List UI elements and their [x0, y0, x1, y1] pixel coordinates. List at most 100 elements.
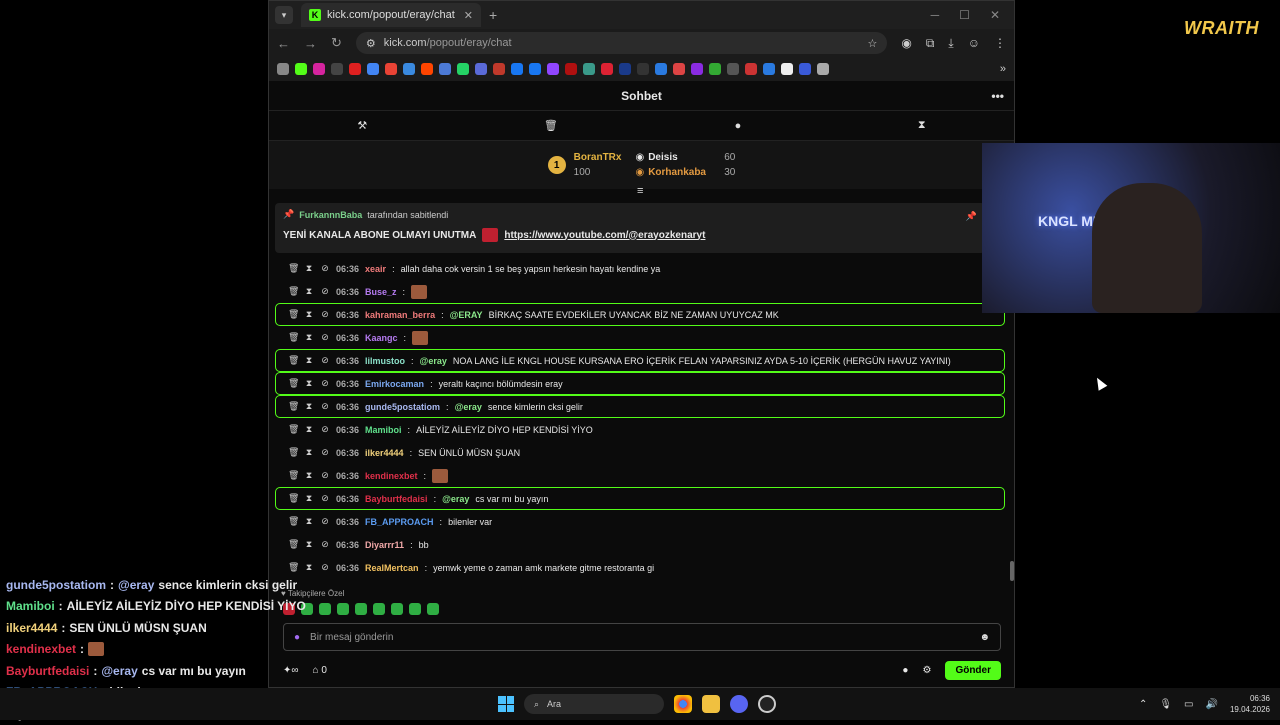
chrome-icon[interactable] — [674, 695, 692, 713]
download-icon[interactable]: ⤓ — [948, 36, 953, 51]
message-username[interactable]: Buse_z — [365, 287, 397, 297]
tab-search-icon[interactable]: ▾ — [275, 6, 293, 24]
bookmark-site-icon[interactable] — [709, 63, 721, 75]
delete-message-icon[interactable]: 🗑 — [288, 332, 299, 343]
collapse-leaderboard-icon[interactable]: ≡ — [637, 185, 643, 197]
volume-icon[interactable]: 🔊 — [1206, 699, 1218, 710]
message-username[interactable]: Mamiboi — [365, 425, 402, 435]
timeout-hourglass-icon[interactable]: ⧗ — [304, 355, 314, 366]
new-tab-icon[interactable]: + — [489, 7, 497, 23]
delete-message-icon[interactable]: 🗑 — [288, 263, 299, 274]
bookmark-site-icon[interactable] — [727, 63, 739, 75]
pinned-link[interactable]: https://www.youtube.com/@erayozkenaryt — [504, 230, 705, 241]
discord-icon[interactable] — [730, 695, 748, 713]
maximize-icon[interactable]: ☐ — [959, 8, 970, 22]
bookmark-site-icon[interactable] — [565, 63, 577, 75]
site-info-icon[interactable]: ⚙ — [366, 37, 376, 50]
message-input[interactable]: ● Bir mesaj gönderin ☻ — [283, 623, 1001, 651]
timeout-hourglass-icon[interactable]: ⧗ — [304, 286, 314, 297]
ban-icon[interactable]: ⊘ — [320, 309, 330, 320]
profile-avatar-icon[interactable]: ☺ — [968, 36, 980, 51]
message-username[interactable]: gunde5postatiom — [365, 402, 440, 412]
message-mention[interactable]: @ERAY — [450, 310, 483, 320]
ban-icon[interactable]: ⊘ — [320, 539, 330, 550]
bookmark-site-icon[interactable] — [655, 63, 667, 75]
message-username[interactable]: ilker4444 — [365, 448, 404, 458]
timeout-hourglass-icon[interactable]: ⧗ — [304, 493, 314, 504]
ban-icon[interactable]: ⊘ — [320, 332, 330, 343]
bookmark-site-icon[interactable] — [403, 63, 415, 75]
timeout-hourglass-icon[interactable]: ⧗ — [304, 263, 314, 274]
delete-message-icon[interactable]: 🗑 — [288, 424, 299, 435]
message-mention[interactable]: @eray — [420, 356, 447, 366]
bookmark-star-icon[interactable]: ☆ — [867, 37, 877, 50]
timeout-hourglass-icon[interactable]: ⧗ — [304, 309, 314, 320]
message-username[interactable]: xeair — [365, 264, 386, 274]
forward-icon[interactable]: → — [304, 36, 317, 51]
tray-chevron-icon[interactable]: ⌃ — [1139, 699, 1147, 710]
timeout-hourglass-icon[interactable]: ⧗ — [304, 516, 314, 527]
timeout-hourglass-icon[interactable]: ⧗ — [304, 447, 314, 458]
bookmark-site-icon[interactable] — [493, 63, 505, 75]
leader-name[interactable]: Deisis — [648, 152, 720, 163]
microphone-icon[interactable]: 🎙 — [1159, 699, 1172, 710]
delete-message-icon[interactable]: 🗑 — [288, 378, 299, 389]
clock[interactable]: 06:36 19.04.2026 — [1230, 693, 1270, 715]
message-username[interactable]: Diyarrr11 — [365, 540, 404, 550]
ban-icon[interactable]: ⊘ — [320, 286, 330, 297]
bookmark-site-icon[interactable] — [763, 63, 775, 75]
timeout-hourglass-icon[interactable]: ⧗ — [304, 378, 314, 389]
pinned-by-user[interactable]: FurkannnBaba — [299, 210, 362, 220]
bookmark-site-icon[interactable] — [781, 63, 793, 75]
ban-icon[interactable]: ⊘ — [320, 263, 330, 274]
emote-icon[interactable] — [355, 603, 367, 615]
delete-icon[interactable]: 🗑 — [544, 119, 558, 132]
extension-icon[interactable]: ◉ — [901, 36, 911, 51]
bookmark-facebook-icon[interactable] — [529, 63, 541, 75]
taskbar-search[interactable]: ⌕ Ara — [524, 694, 664, 714]
chat-settings-bubble-icon[interactable]: ● — [902, 665, 908, 676]
bookmark-kick-icon[interactable] — [295, 63, 307, 75]
delete-message-icon[interactable]: 🗑 — [288, 355, 299, 366]
message-username[interactable]: FB_APPROACH — [365, 517, 434, 527]
message-username[interactable]: Bayburtfedaisi — [365, 494, 428, 504]
message-username[interactable]: RealMertcan — [365, 563, 419, 573]
chat-bubble-icon[interactable]: ● — [735, 120, 742, 132]
timeout-hourglass-icon[interactable]: ⧗ — [304, 539, 314, 550]
bookmark-site-icon[interactable] — [511, 63, 523, 75]
emote-icon[interactable] — [373, 603, 385, 615]
back-icon[interactable]: ← — [277, 36, 290, 51]
active-tab[interactable]: K kick.com/popout/eray/chat ✕ — [301, 3, 481, 27]
message-mention[interactable]: @eray — [442, 494, 469, 504]
bookmark-site-icon[interactable] — [799, 63, 811, 75]
bookmark-site-icon[interactable] — [637, 63, 649, 75]
bookmark-google-icon[interactable] — [367, 63, 379, 75]
reload-icon[interactable]: ↻ — [331, 35, 342, 51]
timeout-hourglass-icon[interactable]: ⧗ — [304, 470, 314, 481]
minimize-icon[interactable]: ─ — [931, 8, 940, 22]
timeout-hourglass-icon[interactable]: ⧗ — [304, 562, 314, 573]
chat-options-icon[interactable]: ••• — [991, 89, 1004, 103]
delete-message-icon[interactable]: 🗑 — [288, 286, 299, 297]
emote-icon[interactable] — [391, 603, 403, 615]
emote-icon[interactable] — [427, 603, 439, 615]
windows-start-icon[interactable] — [498, 696, 514, 712]
settings-gear-icon[interactable]: ⚙ — [922, 665, 931, 676]
emoji-icon[interactable]: ☻ — [979, 632, 990, 643]
network-icon[interactable]: ▭ — [1184, 699, 1193, 710]
send-button[interactable]: Gönder — [945, 660, 1001, 680]
bookmark-site-icon[interactable] — [817, 63, 829, 75]
delete-message-icon[interactable]: 🗑 — [288, 493, 299, 504]
gift-count[interactable]: ⌂ 0 — [313, 665, 327, 676]
ban-icon[interactable]: ⊘ — [320, 447, 330, 458]
message-username[interactable]: Emirkocaman — [365, 379, 424, 389]
emote-icon[interactable] — [409, 603, 421, 615]
bookmark-site-icon[interactable] — [619, 63, 631, 75]
leader-name[interactable]: Korhankaba — [648, 167, 720, 178]
bookmark-gmail-icon[interactable] — [385, 63, 397, 75]
close-window-icon[interactable]: ✕ — [990, 8, 1000, 22]
message-username[interactable]: Kaangc — [365, 333, 398, 343]
delete-message-icon[interactable]: 🗑 — [288, 516, 299, 527]
delete-message-icon[interactable]: 🗑 — [288, 309, 299, 320]
scrollbar[interactable] — [1010, 561, 1014, 581]
